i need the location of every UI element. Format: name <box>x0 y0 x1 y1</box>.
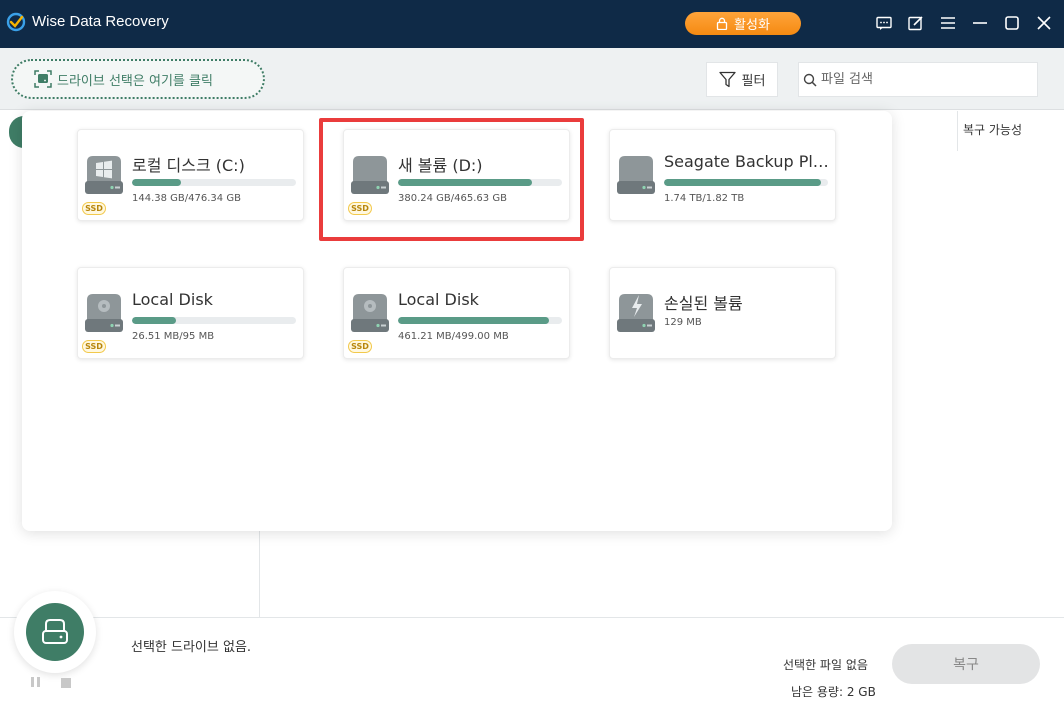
drive-name: 새 볼륨 (D:) <box>398 156 483 175</box>
usage-bar <box>664 179 828 186</box>
filter-label: 필터 <box>741 74 766 89</box>
drive-scan-icon <box>34 70 52 88</box>
disc-drive-icon <box>85 294 123 332</box>
search-box <box>798 62 1038 97</box>
lock-icon <box>716 17 728 30</box>
usage-bar-fill <box>664 179 822 186</box>
close-icon[interactable] <box>1035 14 1053 32</box>
drive-select-button[interactable]: 드라이브 선택은 여기를 클릭 <box>11 59 265 99</box>
drive-card[interactable]: 손실된 볼륨 129 MB <box>609 267 836 359</box>
windows-drive-icon <box>85 156 123 194</box>
usage-bar-fill <box>398 317 549 324</box>
drive-card[interactable]: Seagate Backup Plus ... 1.74 TB/1.82 TB <box>609 129 836 221</box>
ssd-badge: SSD <box>348 340 372 353</box>
drive-size: 26.51 MB/95 MB <box>132 331 215 342</box>
lost-volume-icon <box>617 294 655 332</box>
usage-bar-fill <box>132 179 182 186</box>
drive-name: Seagate Backup Plus ... <box>664 152 834 171</box>
minimize-icon[interactable] <box>971 14 989 32</box>
app-title: Wise Data Recovery <box>32 13 169 30</box>
drive-icon <box>42 619 68 644</box>
disc-drive-icon <box>351 294 389 332</box>
hard-drive-icon <box>617 156 655 194</box>
drive-name: Local Disk <box>132 290 213 309</box>
no-file-selected-text: 선택한 파일 없음 <box>783 658 868 672</box>
drive-size: 1.74 TB/1.82 TB <box>664 193 745 204</box>
scan-drive-inner <box>26 603 84 661</box>
column-header-recoverability[interactable]: 복구 가능성 <box>957 111 1064 151</box>
drive-size: 129 MB <box>664 317 702 328</box>
usage-bar-fill <box>132 317 177 324</box>
remaining-capacity-text: 남은 용량: 2 GB <box>791 685 876 699</box>
activate-label: 활성화 <box>734 18 770 33</box>
search-input[interactable] <box>821 72 1021 87</box>
scan-drive-button[interactable] <box>14 591 96 673</box>
feedback-icon[interactable] <box>875 14 893 32</box>
ssd-badge: SSD <box>82 340 106 353</box>
drive-size: 144.38 GB/476.34 GB <box>132 193 241 204</box>
usage-bar <box>132 179 296 186</box>
no-drive-selected-text: 선택한 드라이브 없음. <box>131 640 252 655</box>
drive-size: 461.21 MB/499.00 MB <box>398 331 509 342</box>
title-bar: Wise Data Recovery 활성화 <box>0 0 1064 48</box>
drive-selection-popup: SSD 로컬 디스크 (C:) 144.38 GB/476.34 GB SSD … <box>22 111 892 531</box>
usage-bar <box>398 179 562 186</box>
drive-name: Local Disk <box>398 290 479 309</box>
app-logo-icon <box>6 12 26 32</box>
search-icon <box>803 73 817 87</box>
drive-card[interactable]: SSD Local Disk 26.51 MB/95 MB <box>77 267 304 359</box>
toolbar: 드라이브 선택은 여기를 클릭 필터 <box>0 48 1064 110</box>
drive-card[interactable]: SSD Local Disk 461.21 MB/499.00 MB <box>343 267 570 359</box>
drive-name: 로컬 디스크 (C:) <box>132 156 245 175</box>
drive-card[interactable]: SSD 로컬 디스크 (C:) 144.38 GB/476.34 GB <box>77 129 304 221</box>
edit-icon[interactable] <box>907 14 925 32</box>
usage-bar-fill <box>398 179 533 186</box>
drive-select-label: 드라이브 선택은 여기를 클릭 <box>57 73 213 89</box>
activate-button[interactable]: 활성화 <box>685 12 801 35</box>
restore-button[interactable]: 복구 <box>892 644 1040 684</box>
stop-icon[interactable] <box>61 678 71 688</box>
drive-size: 380.24 GB/465.63 GB <box>398 193 507 204</box>
usage-bar <box>132 317 296 324</box>
funnel-icon <box>718 71 736 88</box>
ssd-badge: SSD <box>348 202 372 215</box>
menu-icon[interactable] <box>939 14 957 32</box>
pause-icon[interactable] <box>31 677 45 689</box>
ssd-badge: SSD <box>82 202 106 215</box>
drive-name: 손실된 볼륨 <box>664 294 743 313</box>
drive-card[interactable]: SSD 새 볼륨 (D:) 380.24 GB/465.63 GB <box>343 129 570 221</box>
filter-button[interactable]: 필터 <box>706 62 778 97</box>
usage-bar <box>398 317 562 324</box>
maximize-icon[interactable] <box>1003 14 1021 32</box>
hard-drive-icon <box>351 156 389 194</box>
